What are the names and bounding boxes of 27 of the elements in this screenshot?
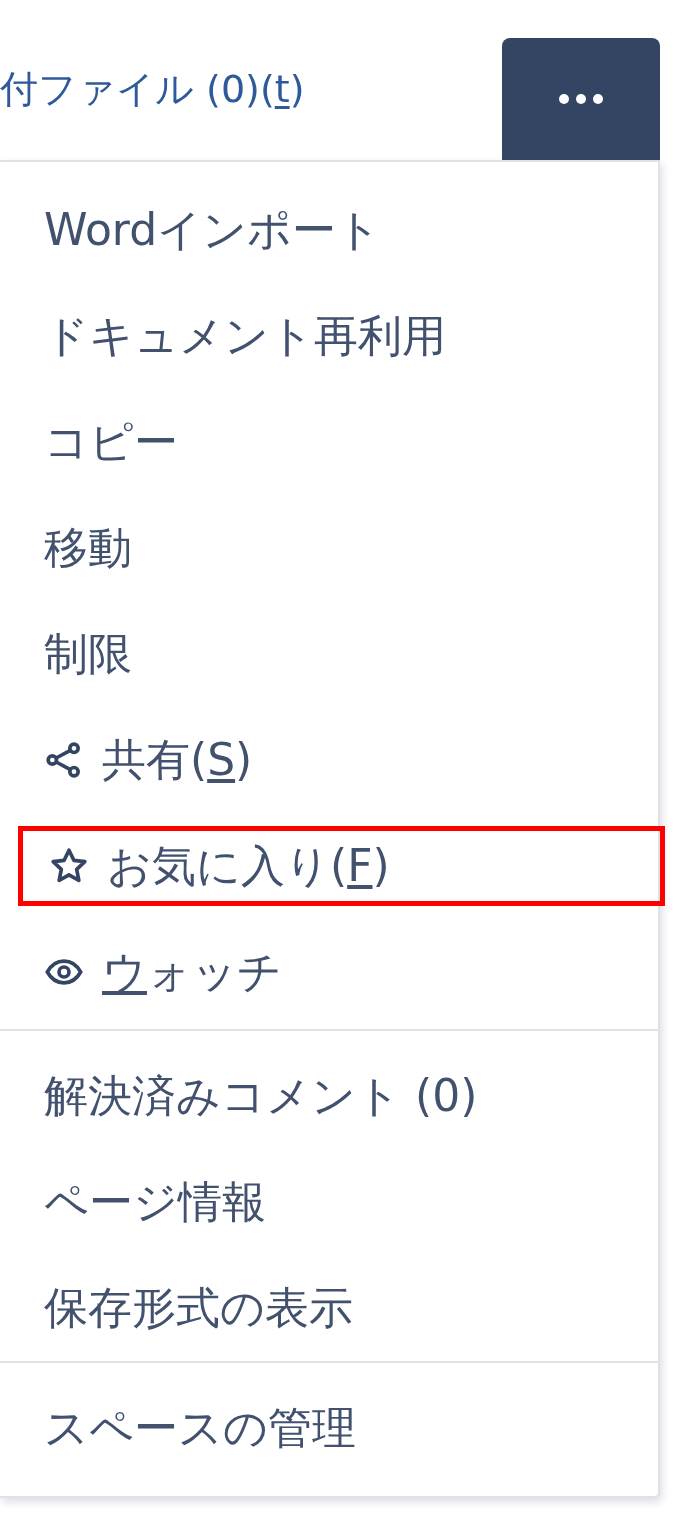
menu-item-label: お気に入り(F): [107, 839, 390, 893]
menu-item-label: ドキュメント再利用: [44, 309, 446, 363]
menu-item[interactable]: 保存形式の表示: [0, 1255, 658, 1361]
menu-item-label: ページ情報: [44, 1175, 266, 1229]
menu-item[interactable]: 解決済みコメント (0): [0, 1043, 658, 1149]
menu-item-label: スペースの管理: [44, 1401, 356, 1455]
menu-item-label: 解決済みコメント (0): [44, 1069, 478, 1123]
menu-item[interactable]: ドキュメント再利用: [0, 283, 658, 389]
menu-item-label: 保存形式の表示: [44, 1281, 353, 1335]
menu-item[interactable]: Wordインポート: [0, 177, 658, 283]
menu-item[interactable]: お気に入り(F): [5, 813, 678, 919]
menu-item-label: Wordインポート: [44, 203, 382, 257]
menu-item-label: コピー: [44, 415, 178, 469]
more-button[interactable]: [502, 38, 660, 160]
menu-item-label: ウ ォッチ: [102, 945, 282, 999]
menu-item[interactable]: ウ ォッチ: [0, 919, 658, 1025]
menu-item[interactable]: 共有(S): [0, 707, 658, 813]
menu-item[interactable]: 制限: [0, 601, 658, 707]
menu-item-label: 共有(S): [102, 733, 253, 787]
more-icon: [557, 92, 605, 106]
menu-item[interactable]: 移動: [0, 495, 658, 601]
attachments-link[interactable]: 付ファイル (0)(t): [0, 61, 502, 160]
menu-item[interactable]: ページ情報: [0, 1149, 658, 1255]
menu-item-label: 制限: [44, 627, 132, 681]
menu-item[interactable]: スペースの管理: [0, 1375, 658, 1481]
menu-item[interactable]: コピー: [0, 389, 658, 495]
menu-item-label: 移動: [44, 521, 132, 575]
